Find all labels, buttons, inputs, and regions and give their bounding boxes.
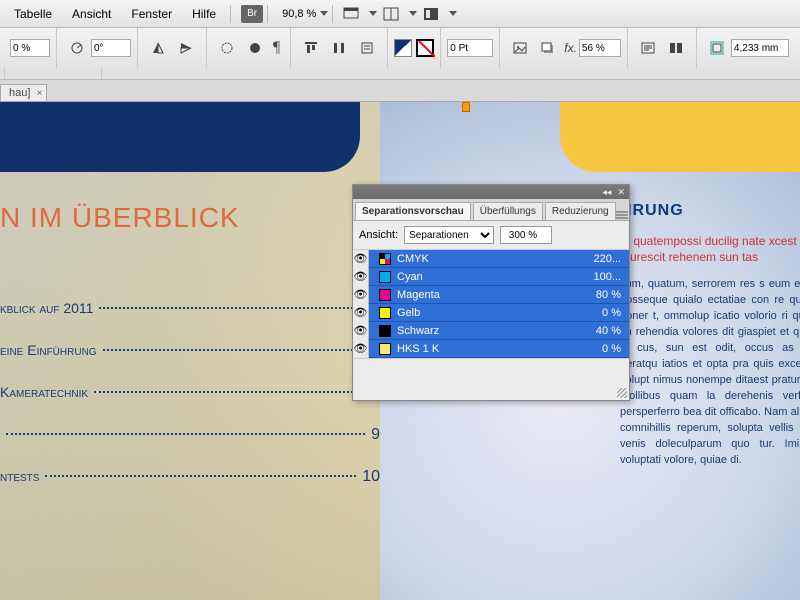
document-tab[interactable]: hau] × [0,84,47,101]
tab-reduzierung[interactable]: Reduzierung [545,202,616,220]
swatch-black [379,325,391,337]
visibility-eye-icon[interactable]: 👁 [353,286,369,304]
distribute-icon[interactable] [326,37,352,59]
zoom-dropdown-icon[interactable] [320,11,328,16]
zoom-level-field[interactable]: 90,8 % [282,8,316,20]
right-page-body: cum, quatum, serrorem res s eum explit e… [620,277,800,468]
rotation-field[interactable] [91,39,131,57]
workspace-dropdown-icon[interactable] [449,11,457,16]
visibility-eye-icon[interactable]: 👁 [353,250,369,268]
effects-gallery-icon[interactable] [507,37,533,59]
frame-fitting-icon[interactable] [704,37,730,59]
sep-row-yellow[interactable]: 👁Gelb0 % [353,304,629,322]
left-page-text: N IM ÜBERBLICK kblick auf 20116 eine Ein… [0,182,390,530]
columns-icon[interactable] [663,37,689,59]
align-top-icon[interactable] [298,37,324,59]
visibility-eye-icon[interactable]: 👁 [353,304,369,322]
panel-tabs: Separationsvorschau Überfüllungs Reduzie… [353,199,629,221]
bridge-button[interactable]: Br [241,5,263,23]
fill-swatch[interactable] [394,39,412,57]
swatch-cyan [379,271,391,283]
screen-mode-dropdown-icon[interactable] [369,11,377,16]
panel-titlebar[interactable]: ◂◂ ✕ [353,185,629,199]
fx-icon[interactable]: fx. [564,41,577,55]
document-tab-label: hau] [9,87,30,99]
toc-line-3: Kameratechnik8 [0,384,380,402]
menu-hilfe[interactable]: Hilfe [182,7,226,21]
document-tabbar: hau] × [0,80,800,102]
toc-line-2: eine Einführung7 [0,342,380,360]
right-page-intro: m quatempossi ducilig nate xcest aturesc… [620,234,800,265]
visibility-eye-icon[interactable]: 👁 [353,322,369,340]
text-frame-options-icon[interactable] [635,37,661,59]
main-menubar: Tabelle Ansicht Fenster Hilfe Br 90,8 % [0,0,800,28]
text-wrap-icon[interactable] [354,37,380,59]
panel-menu-icon[interactable] [616,210,629,220]
control-panel: ¶ fx. Automatisch einpass [0,28,800,80]
menu-tabelle[interactable]: Tabelle [4,7,62,21]
swatch-hks1k [379,343,391,355]
panel-controls: Ansicht: Separationen [353,221,629,250]
menu-fenster[interactable]: Fenster [121,7,182,21]
stroke-swatch[interactable] [416,39,434,57]
tint-field[interactable] [10,39,50,57]
drop-shadow-icon[interactable] [535,37,561,59]
anchor-marker-icon[interactable] [462,102,470,112]
ink-limit-field[interactable] [500,226,552,244]
visibility-eye-icon[interactable]: 👁 [353,340,369,358]
collapse-icon[interactable]: ◂◂ [602,187,611,198]
select-content-icon[interactable] [242,37,268,59]
close-tab-icon[interactable]: × [37,88,43,99]
resize-grip-icon[interactable] [617,388,627,398]
close-panel-icon[interactable]: ✕ [617,187,625,198]
tab-ueberfuellung[interactable]: Überfüllungs [473,202,543,220]
separation-list: 👁CMYK220... 👁Cyan100... 👁Magenta80 % 👁Ge… [353,250,629,358]
stroke-weight-field[interactable] [447,39,493,57]
right-page-title: HRUNG [620,202,800,220]
visibility-eye-icon[interactable]: 👁 [353,268,369,286]
sep-row-magenta[interactable]: 👁Magenta80 % [353,286,629,304]
dimension-field[interactable] [731,39,789,57]
flip-horizontal-icon[interactable] [145,37,171,59]
workspace-icon[interactable] [418,3,444,25]
toc-line-1: kblick auf 20116 [0,300,380,318]
swatch-cmyk [379,253,391,265]
overview-title: N IM ÜBERBLICK [0,202,380,234]
flip-vertical-icon[interactable] [173,37,199,59]
yellow-header-shape [560,102,800,172]
document-canvas[interactable]: N IM ÜBERBLICK kblick auf 20116 eine Ein… [0,102,800,600]
menu-ansicht[interactable]: Ansicht [62,7,121,21]
opacity-field[interactable] [579,39,621,57]
sep-row-cmyk[interactable]: 👁CMYK220... [353,250,629,268]
sep-row-hks1k[interactable]: 👁HKS 1 K0 % [353,340,629,358]
swatch-yellow [379,307,391,319]
rotate-icon[interactable] [64,37,90,59]
screen-mode-icon[interactable] [338,3,364,25]
view-dropdown[interactable]: Separationen [404,226,494,244]
separations-preview-panel[interactable]: ◂◂ ✕ Separationsvorschau Überfüllungs Re… [352,184,630,401]
select-container-icon[interactable] [214,37,240,59]
right-page-text: HRUNG m quatempossi ducilig nate xcest a… [620,202,800,468]
swatch-magenta [379,289,391,301]
view-label: Ansicht: [359,229,398,241]
toc-line-top [0,274,380,276]
toc-line-4: 9 [0,426,380,444]
arrange-documents-icon[interactable] [378,3,404,25]
sep-row-black[interactable]: 👁Schwarz40 % [353,322,629,340]
blue-header-shape [0,102,360,172]
toc-line-5: ntests10 [0,468,380,486]
sep-row-cyan[interactable]: 👁Cyan100... [353,268,629,286]
panel-footer [353,358,629,400]
arrange-dropdown-icon[interactable] [409,11,417,16]
tab-separationsvorschau[interactable]: Separationsvorschau [355,202,471,220]
paragraph-style-icon[interactable]: ¶ [273,39,280,57]
